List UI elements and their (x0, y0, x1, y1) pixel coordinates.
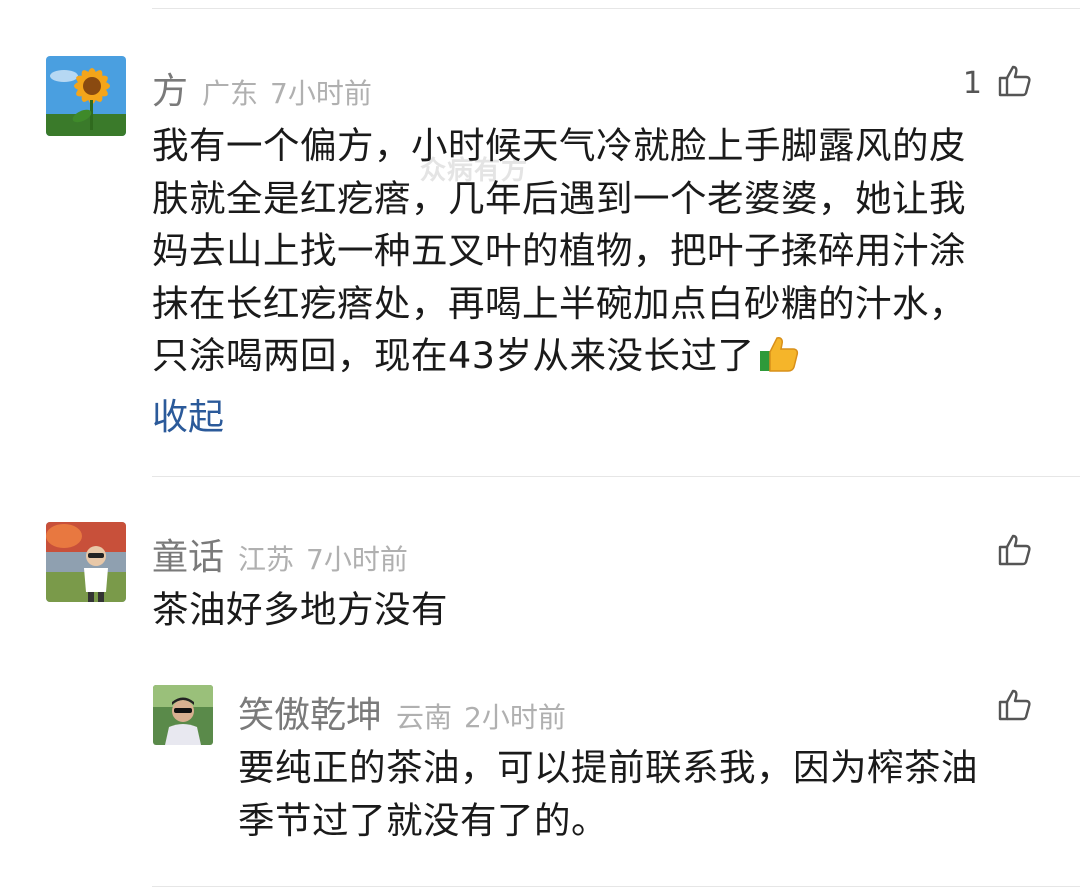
comment-line-last: 只涂喝两回，现在43岁从来没长过了 (152, 330, 1052, 389)
comment-text: 茶油好多地方没有 (152, 588, 448, 631)
reply-text: 要纯正的茶油，可以提前联系我，因为榨茶油 季节过了就没有了的。 (238, 742, 1058, 847)
thumbs-up-emoji-icon (758, 332, 800, 389)
comment-line: 肤就全是红疙瘩，几年后遇到一个老婆婆，她让我 (152, 176, 966, 220)
comment-line: 我有一个偏方，小时候天气冷就脸上手脚露风的皮 (152, 124, 966, 167)
user-name[interactable]: 方 (152, 62, 188, 114)
sunflower-avatar[interactable] (46, 56, 126, 136)
comment-line: 妈去山上找一种五叉叶的植物，把叶子揉碎用汁涂 (152, 229, 966, 272)
comment-meta: 方 广东 7小时前 (152, 62, 372, 112)
thumbs-up-icon (998, 688, 1032, 726)
comment-divider (152, 476, 1080, 477)
comment-line: 抹在长红疙瘩处，再喝上半碗加点白砂糖的汁水， (152, 281, 966, 325)
comment-time: 7小时前 (306, 543, 408, 576)
like-button[interactable]: 1 (963, 64, 1032, 102)
top-divider (152, 8, 1080, 9)
user-location: 江苏 (238, 543, 295, 576)
reply-line: 季节过了就没有了的。 (238, 798, 608, 842)
comment-meta: 童话 江苏 7小时前 (152, 528, 408, 578)
child-photo-avatar[interactable] (46, 522, 126, 602)
like-button[interactable] (998, 688, 1032, 726)
comment-time: 7小时前 (270, 77, 372, 110)
bottom-divider (152, 886, 1080, 887)
user-name[interactable]: 笑傲乾坤 (238, 686, 382, 738)
reply-line: 要纯正的茶油，可以提前联系我，因为榨茶油 (238, 746, 978, 789)
comment-time: 2小时前 (464, 701, 566, 734)
like-button[interactable] (998, 533, 1032, 571)
comment-line: 只涂喝两回，现在43岁从来没长过了 (152, 334, 755, 377)
user-location: 广东 (202, 77, 259, 110)
man-photo-avatar[interactable] (153, 685, 213, 745)
reply-meta: 笑傲乾坤 云南 2小时前 (238, 686, 566, 736)
collapse-link[interactable]: 收起 (152, 388, 224, 440)
user-name[interactable]: 童话 (152, 528, 224, 580)
user-location: 云南 (396, 701, 453, 734)
thumbs-up-icon (998, 533, 1032, 571)
like-count: 1 (962, 65, 982, 101)
thumbs-up-icon (998, 64, 1032, 102)
comment-text: 我有一个偏方，小时候天气冷就脸上手脚露风的皮 肤就全是红疙瘩，几年后遇到一个老婆… (152, 120, 1052, 389)
